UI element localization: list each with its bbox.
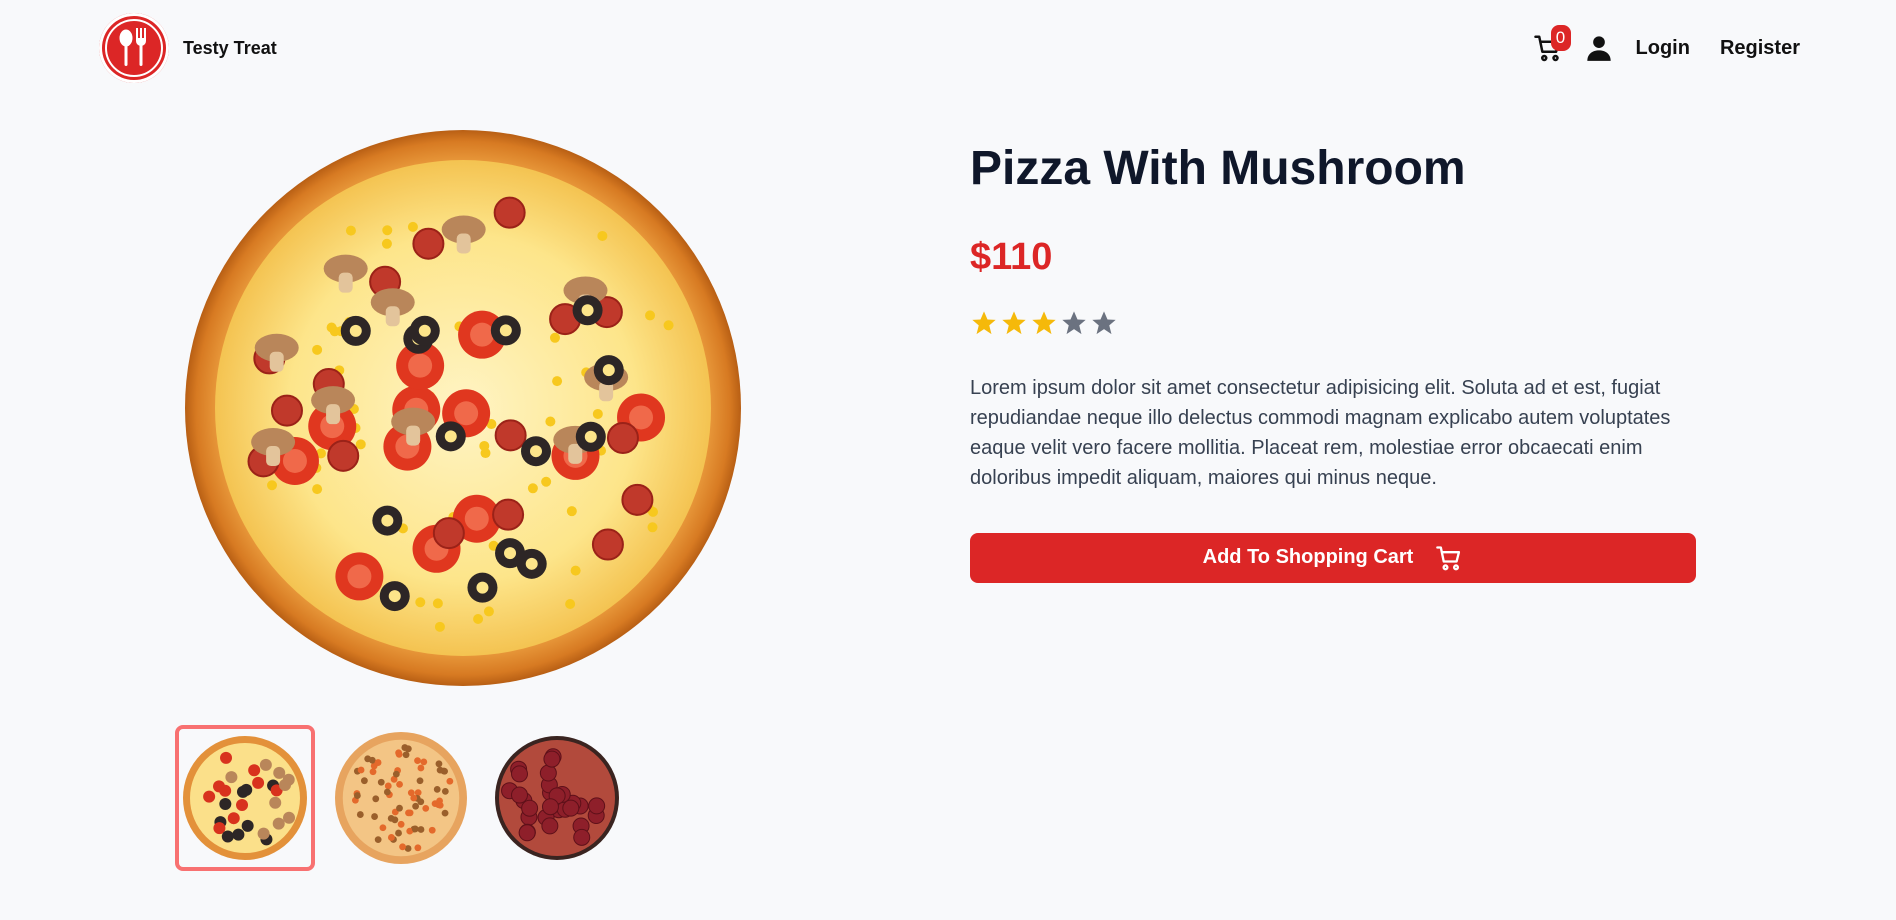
login-link[interactable]: Login xyxy=(1636,37,1690,60)
thumbnail-strip xyxy=(175,725,627,871)
star-filled-icon xyxy=(972,310,996,334)
restaurant-logo-icon xyxy=(99,13,169,83)
shopping-cart-icon xyxy=(1436,545,1461,570)
register-link[interactable]: Register xyxy=(1720,37,1800,60)
nav-actions: 0 Login Register xyxy=(1533,20,1800,76)
user-icon[interactable] xyxy=(1585,34,1613,62)
star-filled-icon xyxy=(1002,310,1026,334)
product-price: $110 xyxy=(970,235,1053,278)
rating-stars xyxy=(970,309,1696,337)
star-filled-icon xyxy=(1032,310,1056,334)
navbar: Testy Treat 0 Login Register xyxy=(0,0,1896,96)
product-description: Lorem ipsum dolor sit amet consectetur a… xyxy=(970,376,1671,489)
product-details: Pizza With Mushroom $110 Lorem ipsum dol… xyxy=(970,140,1696,583)
star-empty-icon xyxy=(1092,310,1116,334)
thumbnail-pizza-veggie[interactable] xyxy=(331,725,471,871)
star-empty-icon xyxy=(1062,310,1086,334)
add-to-cart-button[interactable]: Add To Shopping Cart xyxy=(970,532,1696,583)
thumbnail-pizza-pepperoni[interactable] xyxy=(487,725,627,871)
product-main-image xyxy=(183,128,743,688)
product-title: Pizza With Mushroom xyxy=(970,142,1466,195)
cart-button[interactable]: 0 xyxy=(1533,25,1571,63)
add-to-cart-label: Add To Shopping Cart xyxy=(1202,546,1414,569)
brand-name: Testy Treat xyxy=(183,37,277,58)
cart-count-badge: 0 xyxy=(1550,25,1571,51)
thumbnail-pizza-mushroom[interactable] xyxy=(175,725,315,871)
brand-link[interactable]: Testy Treat xyxy=(99,13,277,83)
